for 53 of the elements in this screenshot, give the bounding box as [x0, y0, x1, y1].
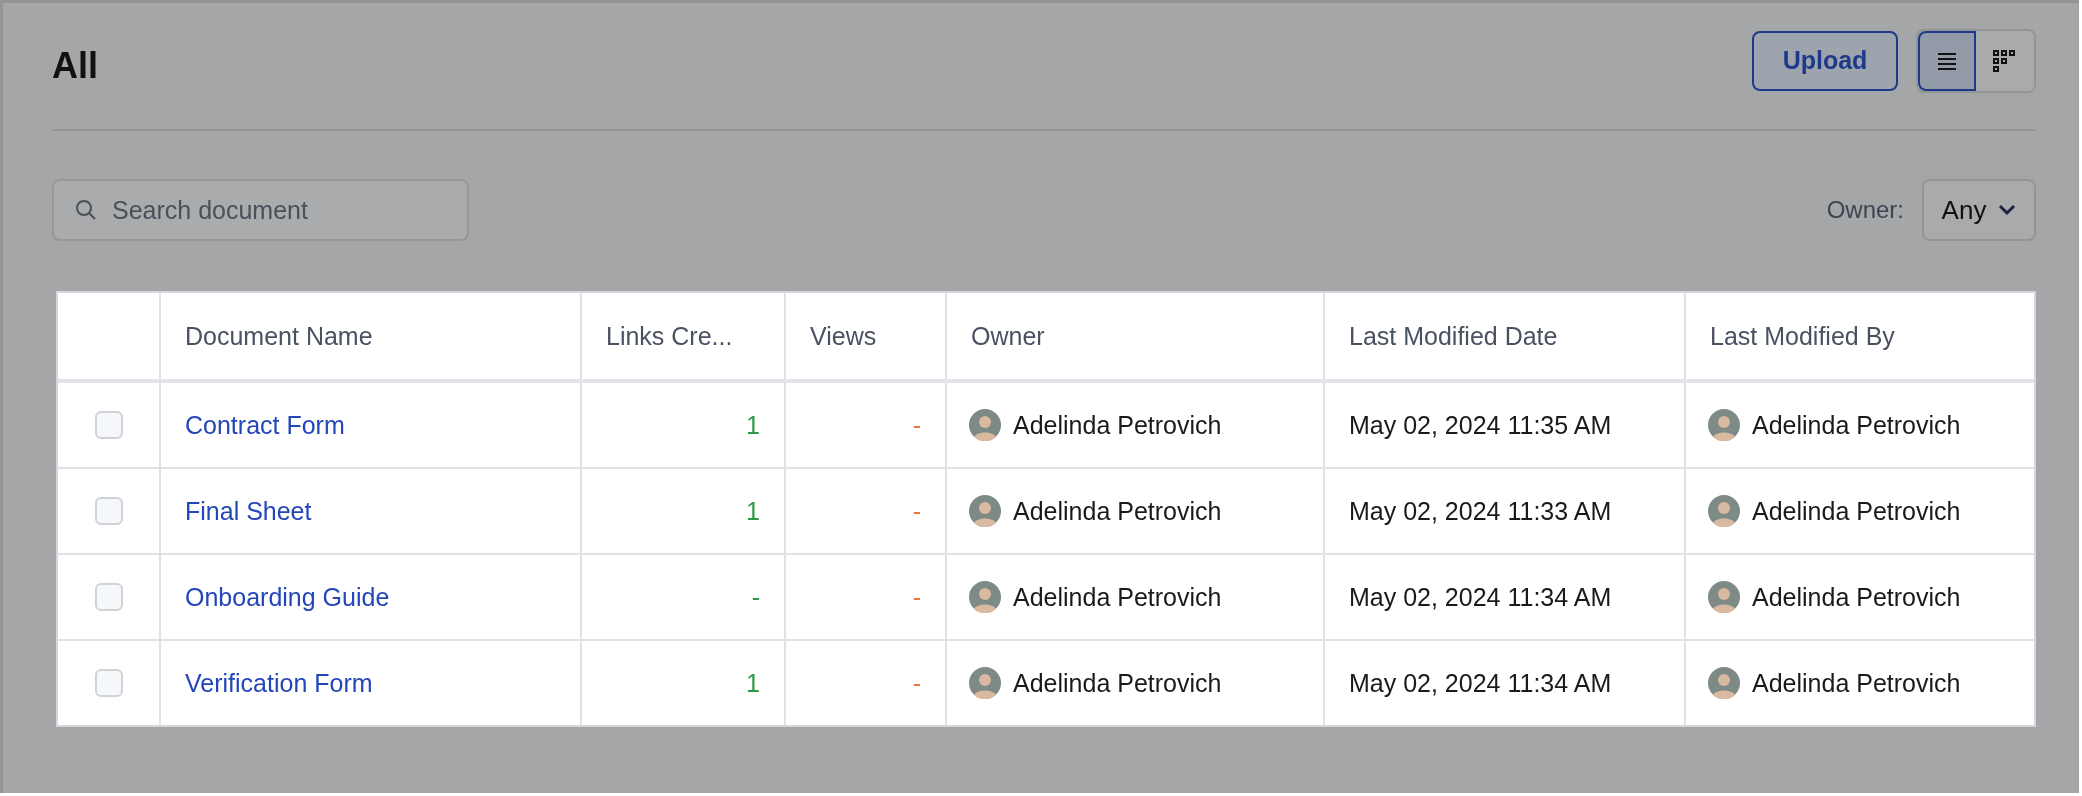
document-link[interactable]: Final Sheet	[185, 496, 312, 526]
table-cell: 1	[746, 496, 760, 526]
avatar-icon	[1708, 409, 1740, 441]
list-view-button[interactable]	[1918, 30, 1976, 91]
chevron-down-icon	[1998, 204, 2017, 216]
avatar-icon	[1708, 667, 1740, 699]
search-icon	[74, 198, 98, 222]
document-link[interactable]: Onboarding Guide	[185, 582, 390, 612]
column-header: Last Modified By	[1710, 321, 1895, 351]
avatar-icon	[969, 409, 1001, 441]
table-cell: Adelinda Petrovich	[1752, 582, 1961, 612]
list-icon	[1936, 50, 1958, 71]
table-cell: -	[912, 496, 921, 526]
table-cell: 1	[746, 410, 760, 440]
table-cell: Adelinda Petrovich	[1013, 496, 1222, 526]
column-header: Last Modified Date	[1349, 321, 1558, 351]
table-cell: May 02, 2024 11:33 AM	[1349, 496, 1612, 526]
row-checkbox[interactable]	[94, 497, 123, 525]
row-checkbox[interactable]	[94, 583, 123, 611]
row-checkbox[interactable]	[94, 411, 123, 439]
page-title: All	[52, 44, 98, 87]
grid-view-button[interactable]	[1976, 30, 2034, 91]
avatar-icon	[969, 667, 1001, 699]
table-cell: Adelinda Petrovich	[1013, 668, 1222, 698]
table-cell: Adelinda Petrovich	[1013, 582, 1222, 612]
table-cell: 1	[746, 668, 760, 698]
document-link[interactable]: Verification Form	[185, 668, 373, 698]
avatar-icon	[1708, 581, 1740, 613]
table-cell: Adelinda Petrovich	[1013, 410, 1222, 440]
document-link[interactable]: Contract Form	[185, 410, 345, 440]
table-cell: -	[912, 410, 921, 440]
owner-dropdown[interactable]: Any	[1922, 179, 2036, 241]
avatar-icon	[969, 581, 1001, 613]
table-cell: -	[912, 668, 921, 698]
grid-icon	[1992, 48, 2018, 73]
upload-button[interactable]: Upload	[1752, 30, 1898, 91]
column-header: Owner	[971, 321, 1045, 351]
table-cell: -	[912, 582, 921, 612]
avatar-icon	[969, 495, 1001, 527]
owner-label: Owner:	[1826, 196, 1904, 224]
table-cell: May 02, 2024 11:34 AM	[1349, 668, 1612, 698]
row-checkbox[interactable]	[94, 669, 123, 697]
table-cell: Adelinda Petrovich	[1752, 496, 1961, 526]
column-header: Links Cre...	[606, 321, 733, 351]
table-cell: Adelinda Petrovich	[1752, 410, 1961, 440]
column-header: Views	[810, 321, 877, 351]
search-field[interactable]: Search document	[52, 179, 469, 241]
table-cell: -	[751, 582, 760, 612]
avatar-icon	[1708, 495, 1740, 527]
table-cell: Adelinda Petrovich	[1752, 668, 1961, 698]
table-cell: May 02, 2024 11:35 AM	[1349, 410, 1612, 440]
table-cell: May 02, 2024 11:34 AM	[1349, 582, 1612, 612]
column-header: Document Name	[185, 321, 373, 351]
